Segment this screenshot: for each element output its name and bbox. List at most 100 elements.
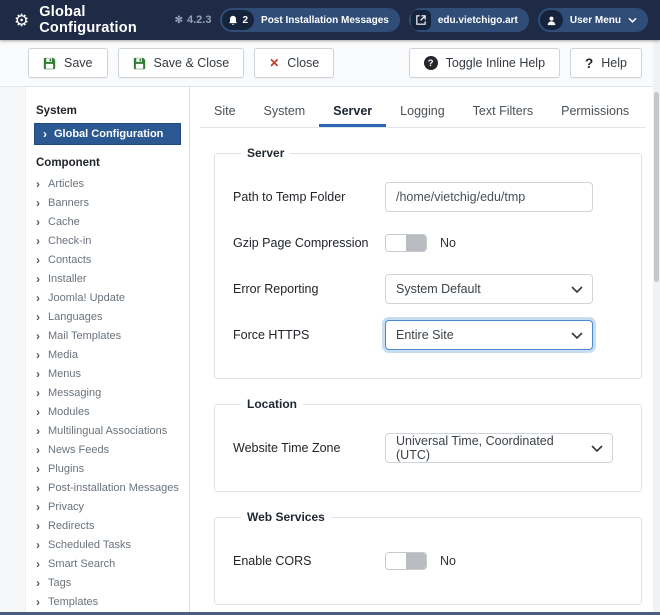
toggle-off-half — [386, 553, 406, 569]
sidebar-item-check-in[interactable]: ›Check-in — [26, 231, 189, 250]
sidebar-item-templates[interactable]: ›Templates — [26, 592, 189, 611]
joomla-logo-icon: ✻ — [175, 15, 183, 26]
save-icon — [43, 57, 56, 70]
sidebar-item-smart-search[interactable]: ›Smart Search — [26, 554, 189, 573]
force-https-select[interactable]: Entire Site — [385, 320, 593, 350]
sidebar-item-label: Languages — [48, 311, 102, 323]
chevron-right-icon: › — [36, 425, 40, 437]
gzip-toggle[interactable] — [385, 234, 427, 252]
sidebar-item-label: Modules — [48, 406, 90, 418]
sidebar-item-label: Tags — [48, 577, 71, 589]
toggle-inline-help-label: Toggle Inline Help — [446, 56, 545, 70]
sidebar-item-label: Articles — [48, 178, 84, 190]
scrollbar-thumb[interactable] — [654, 92, 659, 282]
sidebar-item-post-installation-messages[interactable]: ›Post-installation Messages — [26, 478, 189, 497]
user-bubble — [540, 10, 563, 30]
left-gutter — [0, 87, 26, 615]
close-button[interactable]: ✕ Close — [254, 48, 334, 78]
field-label: Gzip Page Compression — [233, 236, 385, 250]
sidebar-item-label: Scheduled Tasks — [48, 539, 131, 551]
user-menu-button[interactable]: User Menu — [538, 8, 648, 32]
sidebar-item-global-configuration[interactable]: › Global Configuration — [34, 123, 181, 145]
sidebar-item-label: Messaging — [48, 387, 101, 399]
toggle-state-label: No — [440, 236, 456, 250]
sidebar-item-banners[interactable]: ›Banners — [26, 193, 189, 212]
sidebar-item-label: Plugins — [48, 463, 84, 475]
sidebar-item-plugins[interactable]: ›Plugins — [26, 459, 189, 478]
chevron-right-icon: › — [36, 216, 40, 228]
sidebar-item-label: Joomla! Update — [48, 292, 125, 304]
field-gzip-page-compression: Gzip Page Compression No — [233, 228, 625, 258]
toggle-inline-help-button[interactable]: ? Toggle Inline Help — [409, 48, 560, 78]
field-enable-cors: Enable CORS No — [233, 546, 625, 576]
chevron-right-icon: › — [36, 311, 40, 323]
chevron-right-icon: › — [36, 406, 40, 418]
main-area: System › Global Configuration Component … — [0, 87, 660, 615]
gear-icon: ⚙ — [14, 12, 29, 29]
sidebar-item-label: Menus — [48, 368, 81, 380]
toolbar: Save Save & Close ✕ Close ? Toggle Inlin… — [0, 40, 660, 87]
fieldset-web-services: Web Services Enable CORS No — [214, 510, 642, 605]
external-link-bubble — [411, 10, 431, 30]
post-installation-messages-button[interactable]: 2 Post Installation Messages — [220, 8, 399, 32]
save-button[interactable]: Save — [28, 48, 108, 78]
field-website-time-zone: Website Time Zone Universal Time, Coordi… — [233, 433, 625, 463]
save-label: Save — [64, 56, 93, 70]
sidebar-item-cache[interactable]: ›Cache — [26, 212, 189, 231]
sidebar-item-mail-templates[interactable]: ›Mail Templates — [26, 326, 189, 345]
enable-cors-toggle[interactable] — [385, 552, 427, 570]
chevron-right-icon: › — [36, 349, 40, 361]
tab-logging[interactable]: Logging — [386, 96, 459, 127]
tab-server[interactable]: Server — [319, 96, 386, 127]
fieldset-server-legend: Server — [241, 146, 290, 160]
post-installation-label: Post Installation Messages — [261, 15, 389, 26]
site-preview-button[interactable]: edu.vietchigo.art — [409, 8, 529, 32]
help-button[interactable]: ? Help — [570, 48, 642, 78]
chevron-down-icon — [571, 332, 583, 339]
sidebar-item-scheduled-tasks[interactable]: › Scheduled Tasks — [26, 535, 189, 554]
sidebar-item-contacts[interactable]: ›Contacts — [26, 250, 189, 269]
save-and-close-button[interactable]: Save & Close — [118, 48, 245, 78]
chevron-right-icon: › — [36, 558, 40, 570]
close-icon: ✕ — [269, 56, 279, 70]
app-header: ⚙ Global Configuration ✻ 4.2.3 2 Post In… — [0, 0, 660, 40]
notification-count: 2 — [242, 15, 248, 26]
temp-folder-input[interactable] — [385, 182, 593, 212]
sidebar-item-label: Privacy — [48, 501, 84, 513]
sidebar-active-label: Global Configuration — [54, 128, 163, 140]
tab-text-filters[interactable]: Text Filters — [459, 96, 547, 127]
fieldset-web-services-legend: Web Services — [241, 510, 331, 524]
toggle-knob — [406, 553, 426, 569]
sidebar-item-messaging[interactable]: ›Messaging — [26, 383, 189, 402]
sidebar-item-languages[interactable]: › Languages — [26, 307, 189, 326]
bell-icon — [228, 15, 238, 26]
sidebar-item-multilingual-associations[interactable]: ›Multilingual Associations — [26, 421, 189, 440]
tab-site[interactable]: Site — [200, 96, 250, 127]
sidebar-item-menus[interactable]: ›Menus — [26, 364, 189, 383]
sidebar-item-redirects[interactable]: ›Redirects — [26, 516, 189, 535]
sidebar-item-label: Mail Templates — [48, 330, 121, 342]
tab-permissions[interactable]: Permissions — [547, 96, 643, 127]
tab-system[interactable]: System — [250, 96, 320, 127]
save-close-label: Save & Close — [154, 56, 230, 70]
sidebar-item-media[interactable]: ›Media — [26, 345, 189, 364]
chevron-right-icon: › — [36, 292, 40, 304]
fieldset-location-legend: Location — [241, 397, 303, 411]
error-reporting-select[interactable]: System Default — [385, 274, 593, 304]
vertical-scrollbar[interactable] — [653, 40, 660, 615]
chevron-right-icon: › — [43, 128, 47, 140]
chevron-right-icon: › — [36, 235, 40, 247]
sidebar-item-news-feeds[interactable]: ›News Feeds — [26, 440, 189, 459]
chevron-down-icon — [591, 445, 603, 452]
sidebar-item-joomla-update[interactable]: › Joomla! Update — [26, 288, 189, 307]
chevron-right-icon: › — [36, 539, 40, 551]
field-label: Error Reporting — [233, 282, 385, 296]
chevron-right-icon: › — [36, 577, 40, 589]
sidebar-item-tags[interactable]: › Tags — [26, 573, 189, 592]
time-zone-select[interactable]: Universal Time, Coordinated (UTC) — [385, 433, 613, 463]
sidebar-item-installer[interactable]: ›Installer — [26, 269, 189, 288]
page-title: Global Configuration — [39, 4, 174, 36]
sidebar-item-modules[interactable]: › Modules — [26, 402, 189, 421]
sidebar-item-privacy[interactable]: ›Privacy — [26, 497, 189, 516]
sidebar-item-articles[interactable]: ›Articles — [26, 174, 189, 193]
